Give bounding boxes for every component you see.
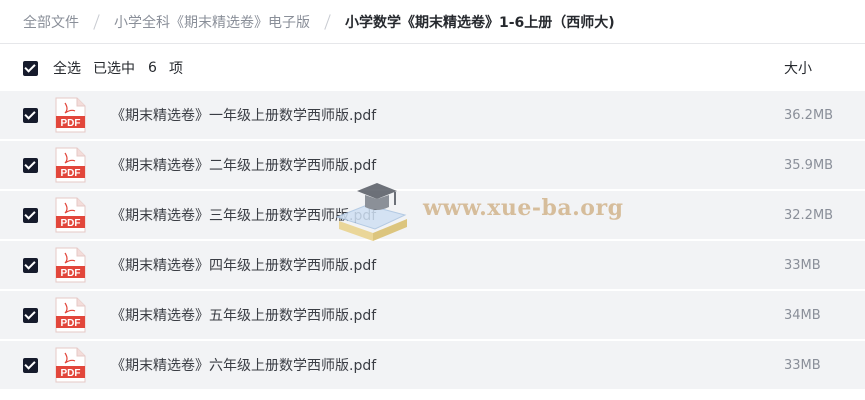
file-name[interactable]: 《期末精选卷》三年级上册数学西师版.pdf (111, 205, 376, 225)
file-row[interactable]: PDF 《期末精选卷》四年级上册数学西师版.pdf 33MB (0, 241, 865, 289)
file-row[interactable]: PDF 《期末精选卷》三年级上册数学西师版.pdf 32.2MB (0, 191, 865, 239)
file-checkbox[interactable] (23, 208, 38, 223)
breadcrumb-separator (324, 13, 331, 30)
file-size: 33MB (784, 357, 821, 373)
selected-text: 已选中 (93, 61, 135, 77)
pdf-file-icon: PDF (55, 347, 86, 383)
pdf-file-icon: PDF (55, 97, 86, 133)
file-name[interactable]: 《期末精选卷》六年级上册数学西师版.pdf (111, 355, 376, 375)
breadcrumb-item-current-folder: 小学数学《期末精选卷》1-6上册（西师大) (345, 14, 615, 31)
breadcrumb-item-all-files[interactable]: 全部文件 (23, 12, 79, 32)
pdf-icon-label: PDF (61, 318, 81, 329)
breadcrumb-item-parent-folder[interactable]: 小学全科《期末精选卷》电子版 (114, 12, 310, 32)
select-all-checkbox[interactable] (23, 60, 38, 76)
selected-unit: 项 (169, 61, 183, 77)
file-list: PDF 《期末精选卷》一年级上册数学西师版.pdf 36.2MB PDF 《期末精选卷》… (0, 91, 865, 391)
pdf-icon-label: PDF (61, 218, 81, 229)
file-checkbox[interactable] (23, 358, 38, 373)
breadcrumb: 全部文件 小学全科《期末精选卷》电子版 小学数学《期末精选卷》1-6上册（西师大… (0, 0, 865, 44)
file-size: 32.2MB (784, 207, 834, 223)
file-row[interactable]: PDF 《期末精选卷》六年级上册数学西师版.pdf 33MB (0, 341, 865, 389)
file-size: 33MB (784, 257, 821, 273)
file-name[interactable]: 《期末精选卷》一年级上册数学西师版.pdf (111, 105, 376, 125)
select-all-label[interactable]: 全选 (53, 58, 81, 78)
breadcrumb-separator (93, 13, 100, 30)
file-row[interactable]: PDF 《期末精选卷》五年级上册数学西师版.pdf 34MB (0, 291, 865, 339)
file-size: 36.2MB (784, 107, 834, 123)
file-name[interactable]: 《期末精选卷》五年级上册数学西师版.pdf (111, 305, 376, 325)
pdf-icon-label: PDF (61, 168, 81, 179)
file-checkbox[interactable] (23, 258, 38, 273)
pdf-file-icon: PDF (55, 297, 86, 333)
size-column-header[interactable]: 大小 (784, 58, 812, 78)
file-name[interactable]: 《期末精选卷》四年级上册数学西师版.pdf (111, 255, 376, 275)
selected-count: 6 (148, 60, 157, 76)
pdf-file-icon: PDF (55, 147, 86, 183)
pdf-file-icon: PDF (55, 247, 86, 283)
file-size: 35.9MB (784, 157, 834, 173)
file-checkbox[interactable] (23, 108, 38, 123)
file-list-header: 全选 已选中 6 项 大小 (0, 45, 865, 91)
pdf-icon-label: PDF (61, 268, 81, 279)
pdf-icon-label: PDF (61, 118, 81, 129)
file-size: 34MB (784, 307, 821, 323)
file-checkbox[interactable] (23, 308, 38, 323)
file-checkbox[interactable] (23, 158, 38, 173)
file-row[interactable]: PDF 《期末精选卷》二年级上册数学西师版.pdf 35.9MB (0, 141, 865, 189)
file-name[interactable]: 《期末精选卷》二年级上册数学西师版.pdf (111, 155, 376, 175)
file-row[interactable]: PDF 《期末精选卷》一年级上册数学西师版.pdf 36.2MB (0, 91, 865, 139)
pdf-file-icon: PDF (55, 197, 86, 233)
pdf-icon-label: PDF (61, 368, 81, 379)
